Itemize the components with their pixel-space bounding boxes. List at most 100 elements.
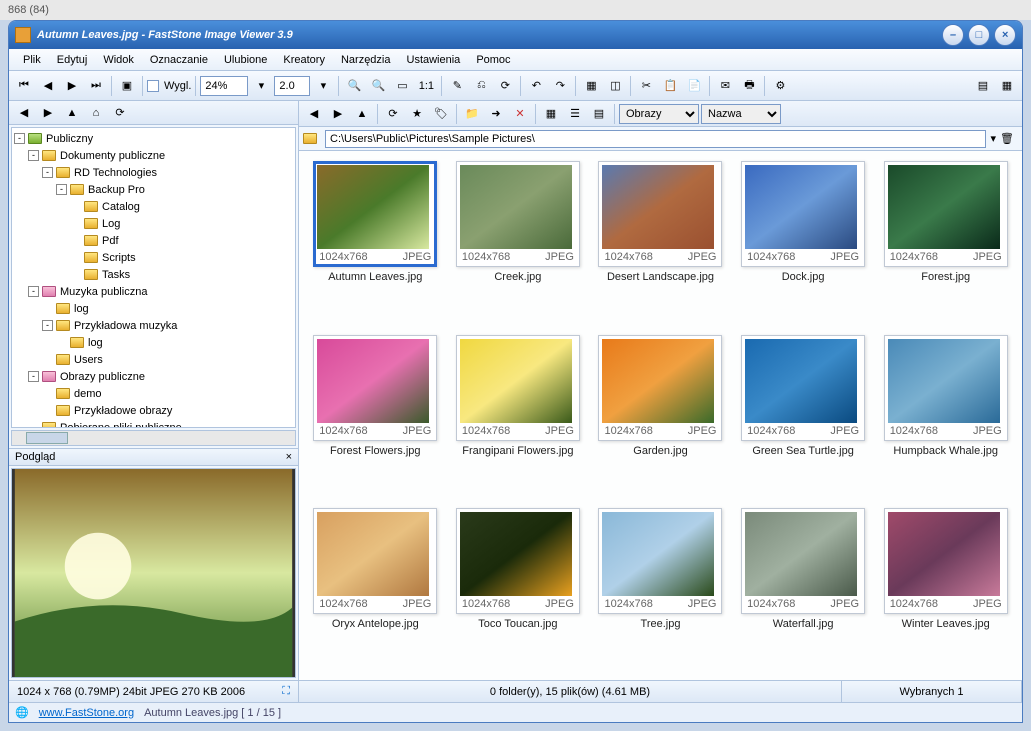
footer-site-link[interactable]: www.FastStone.org xyxy=(39,707,134,719)
folder-tree[interactable]: -Publiczny-Dokumenty publiczne-RD Techno… xyxy=(11,127,296,428)
menu-oznaczanie[interactable]: Oznaczanie xyxy=(142,51,216,69)
path-field[interactable]: C:\Users\Public\Pictures\Sample Pictures… xyxy=(325,130,986,148)
menu-pomoc[interactable]: Pomoc xyxy=(468,51,518,69)
slideshow-icon[interactable]: ▣ xyxy=(116,75,138,97)
actual-size-icon[interactable]: 1:1 xyxy=(415,75,437,97)
refresh-folder-icon[interactable]: ⟳ xyxy=(109,102,131,124)
rt-fav-icon[interactable]: ★ xyxy=(406,103,428,125)
up-icon[interactable]: ▲ xyxy=(61,102,83,124)
tree-item[interactable]: Pdf xyxy=(14,232,293,249)
preview-close-icon[interactable]: × xyxy=(286,451,292,463)
tree-toggle-icon[interactable]: - xyxy=(42,320,53,331)
print-icon[interactable]: 🖶 xyxy=(738,75,760,97)
tree-item[interactable]: -RD Technologies xyxy=(14,164,293,181)
copy-icon[interactable]: 📋 xyxy=(659,75,681,97)
view-details-icon[interactable]: ▤ xyxy=(588,103,610,125)
settings-icon[interactable]: ⚙ xyxy=(769,75,791,97)
menu-kreatory[interactable]: Kreatory xyxy=(275,51,333,69)
view-thumbs-icon[interactable]: ▦ xyxy=(540,103,562,125)
rt-newfolder-icon[interactable]: 📁 xyxy=(461,103,483,125)
thumbnail[interactable]: 1024x768JPEGGarden.jpg xyxy=(594,335,727,497)
zoom-input[interactable] xyxy=(200,76,248,96)
menu-ulubione[interactable]: Ulubione xyxy=(216,51,275,69)
titlebar[interactable]: Autumn Leaves.jpg - FastStone Image View… xyxy=(9,21,1022,49)
thumbnail[interactable]: 1024x768JPEGHumpback Whale.jpg xyxy=(879,335,1012,497)
tree-item[interactable]: demo xyxy=(14,385,293,402)
mail-icon[interactable]: ✉ xyxy=(714,75,736,97)
layout-a-icon[interactable]: ▤ xyxy=(972,75,994,97)
rt-forward-icon[interactable]: ▶ xyxy=(327,103,349,125)
zoom-out-icon[interactable]: 🔍 xyxy=(343,75,365,97)
tree-toggle-icon[interactable]: - xyxy=(28,286,39,297)
rotate-right-icon[interactable]: ↷ xyxy=(549,75,571,97)
tool-b-icon[interactable]: ⎌ xyxy=(470,75,492,97)
thumbnail[interactable]: 1024x768JPEGWinter Leaves.jpg xyxy=(879,508,1012,670)
rt-up-icon[interactable]: ▲ xyxy=(351,103,373,125)
tree-item[interactable]: Log xyxy=(14,215,293,232)
close-button[interactable]: × xyxy=(994,24,1016,46)
tree-toggle-icon[interactable]: - xyxy=(42,167,53,178)
tree-item[interactable]: -Publiczny xyxy=(14,130,293,147)
forward-icon[interactable]: ▶ xyxy=(37,102,59,124)
zoom-step-dropdown-icon[interactable]: ▾ xyxy=(312,75,334,97)
zoom-in-icon[interactable]: 🔍 xyxy=(367,75,389,97)
tree-item[interactable]: -Przykładowa muzyka xyxy=(14,317,293,334)
nav-last-icon[interactable]: ⏭ xyxy=(85,75,107,97)
thumbnail[interactable]: 1024x768JPEGCreek.jpg xyxy=(452,161,585,323)
tool-c-icon[interactable]: ⟳ xyxy=(494,75,516,97)
tree-toggle-icon[interactable]: - xyxy=(28,150,39,161)
sort-select[interactable]: Nazwa xyxy=(701,104,781,124)
thumbnail[interactable]: 1024x768JPEGAutumn Leaves.jpg xyxy=(309,161,442,323)
tree-item[interactable]: log xyxy=(14,334,293,351)
status-expand-icon[interactable]: ⛶ xyxy=(282,685,290,698)
compare-icon[interactable]: ◫ xyxy=(604,75,626,97)
thumbnail[interactable]: 1024x768JPEGForest Flowers.jpg xyxy=(309,335,442,497)
tree-item[interactable]: log xyxy=(14,300,293,317)
tree-item[interactable]: -Obrazy publiczne xyxy=(14,368,293,385)
menu-narzędzia[interactable]: Narzędzia xyxy=(333,51,399,69)
tree-scrollbar[interactable] xyxy=(11,430,296,446)
nav-next-icon[interactable]: ▶ xyxy=(61,75,83,97)
tree-item[interactable]: Catalog xyxy=(14,198,293,215)
thumbnail[interactable]: 1024x768JPEGForest.jpg xyxy=(879,161,1012,323)
thumbnail[interactable]: 1024x768JPEGToco Toucan.jpg xyxy=(452,508,585,670)
layout-b-icon[interactable]: ▦ xyxy=(996,75,1018,97)
tree-item[interactable]: -Backup Pro xyxy=(14,181,293,198)
menu-edytuj[interactable]: Edytuj xyxy=(49,51,96,69)
menu-widok[interactable]: Widok xyxy=(95,51,142,69)
tree-toggle-icon[interactable]: - xyxy=(56,184,67,195)
tree-toggle-icon[interactable]: - xyxy=(14,133,25,144)
zoom-step-input[interactable] xyxy=(274,76,310,96)
menu-plik[interactable]: Plik xyxy=(15,51,49,69)
back-icon[interactable]: ◀ xyxy=(13,102,35,124)
thumbnail[interactable]: 1024x768JPEGWaterfall.jpg xyxy=(737,508,870,670)
trash-icon[interactable]: 🗑 xyxy=(996,128,1018,150)
thumbnail[interactable]: 1024x768JPEGDesert Landscape.jpg xyxy=(594,161,727,323)
cut-icon[interactable]: ✂ xyxy=(635,75,657,97)
tree-toggle-icon[interactable]: - xyxy=(28,371,39,382)
view-checkbox[interactable] xyxy=(147,80,159,92)
tool-a-icon[interactable]: ✎ xyxy=(446,75,468,97)
tree-item[interactable]: Users xyxy=(14,351,293,368)
filter-type-select[interactable]: Obrazy xyxy=(619,104,699,124)
view-list-icon[interactable]: ☰ xyxy=(564,103,586,125)
rt-move-icon[interactable]: ➜ xyxy=(485,103,507,125)
nav-prev-icon[interactable]: ◀ xyxy=(37,75,59,97)
tree-item[interactable]: Przykładowe obrazy xyxy=(14,402,293,419)
nav-first-icon[interactable]: ⏮ xyxy=(13,75,35,97)
thumbnail[interactable]: 1024x768JPEGGreen Sea Turtle.jpg xyxy=(737,335,870,497)
rt-tag-icon[interactable]: 🏷 xyxy=(430,103,452,125)
tree-item[interactable]: Pobierane pliki publiczne xyxy=(14,419,293,428)
thumbnail[interactable]: 1024x768JPEGTree.jpg xyxy=(594,508,727,670)
paste-icon[interactable]: 📄 xyxy=(683,75,705,97)
thumbnail[interactable]: 1024x768JPEGDock.jpg xyxy=(737,161,870,323)
preview-image[interactable] xyxy=(11,468,296,678)
tree-item[interactable]: Tasks xyxy=(14,266,293,283)
rt-back-icon[interactable]: ◀ xyxy=(303,103,325,125)
zoom-dropdown-icon[interactable]: ▾ xyxy=(250,75,272,97)
maximize-button[interactable]: □ xyxy=(968,24,990,46)
home-icon[interactable]: ⌂ xyxy=(85,102,107,124)
tree-item[interactable]: Scripts xyxy=(14,249,293,266)
rt-refresh-icon[interactable]: ⟳ xyxy=(382,103,404,125)
thumbnail[interactable]: 1024x768JPEGFrangipani Flowers.jpg xyxy=(452,335,585,497)
